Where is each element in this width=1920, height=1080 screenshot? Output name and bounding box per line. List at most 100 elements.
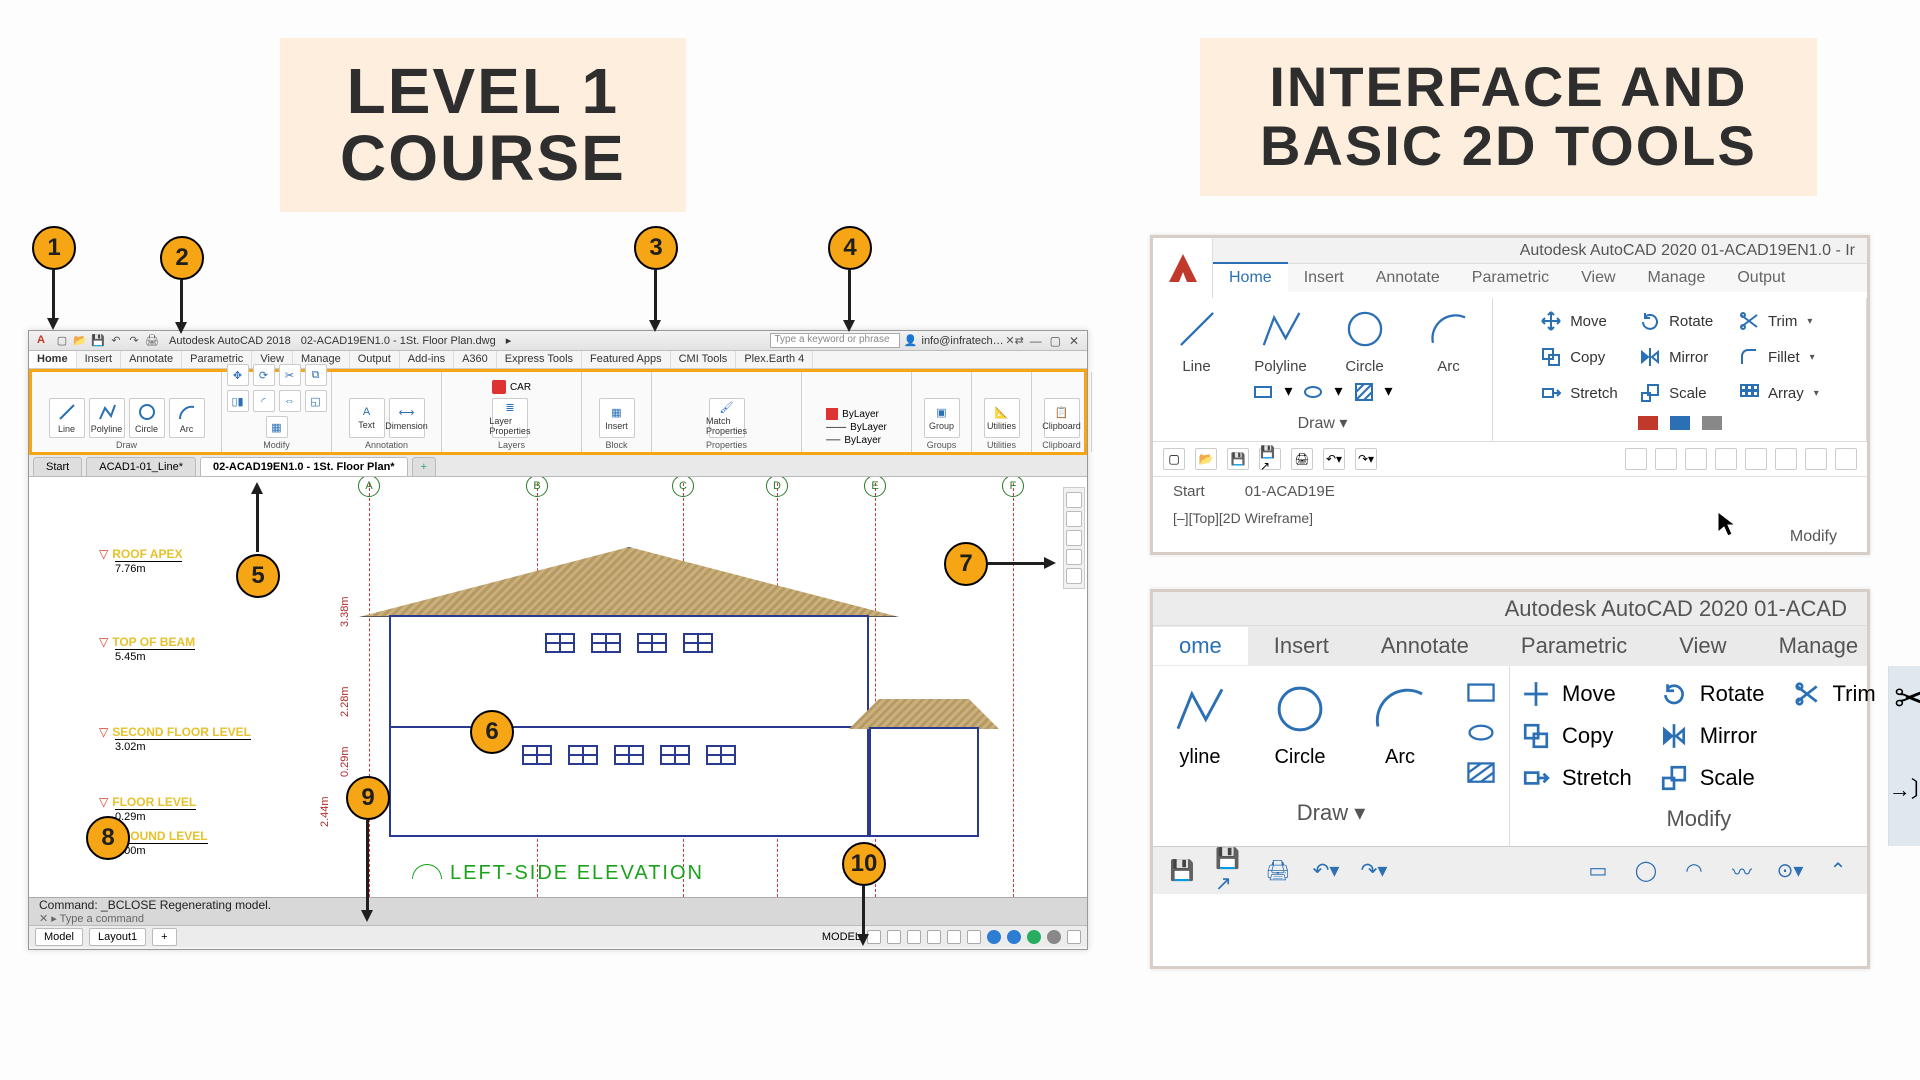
hatch-icon-2[interactable] [1465, 760, 1497, 786]
c2-stretch[interactable]: Stretch [1522, 764, 1632, 792]
c1-trim[interactable]: Trim▾ [1738, 306, 1819, 336]
q-redo[interactable]: ↷▾ [1359, 856, 1389, 886]
new-icon-2[interactable]: ▢ [1163, 448, 1185, 470]
status-icon-3[interactable] [1027, 930, 1041, 944]
undo-icon[interactable]: ↶ [109, 334, 123, 348]
polar-icon[interactable] [907, 930, 921, 944]
c1-array[interactable]: Array▾ [1738, 378, 1819, 408]
q-print[interactable]: 🖨 [1263, 856, 1293, 886]
c1-tab-view[interactable]: View [1565, 264, 1631, 292]
tab-home[interactable]: Home [29, 351, 77, 368]
color-blue-icon[interactable] [1670, 416, 1690, 430]
q-save[interactable]: 💾 [1167, 856, 1197, 886]
mod-ico-5[interactable] [1745, 448, 1767, 470]
tab-a360[interactable]: A360 [454, 351, 497, 368]
nav-home-icon[interactable] [1066, 492, 1082, 508]
q-saveas[interactable]: 💾↗ [1215, 856, 1245, 886]
layout-add[interactable]: + [152, 928, 176, 946]
c1-arc[interactable]: Arc [1420, 306, 1478, 375]
c1-draw-label[interactable]: Draw ▾ [1298, 413, 1348, 433]
ellipse-icon-2[interactable] [1465, 720, 1497, 746]
mod-ico-7[interactable] [1805, 448, 1827, 470]
c2-tab-manage[interactable]: Manage [1753, 627, 1885, 665]
command-line[interactable]: Command: _BCLOSE Regenerating model. ✕ ▸… [29, 897, 1087, 925]
print-icon[interactable]: 🖨 [145, 334, 159, 348]
c2-polyline[interactable]: yline [1165, 680, 1235, 786]
clipboard-tool[interactable]: 📋Clipboard [1044, 398, 1080, 438]
signin-label[interactable]: info@infratech… [922, 335, 1004, 347]
drawing-canvas[interactable]: A B C D E F ▽ROOF APEX7.76m ▽TOP OF BEAM… [29, 477, 1087, 897]
tab-annotate[interactable]: Annotate [121, 351, 182, 368]
undo-icon-2[interactable]: ↶▾ [1323, 448, 1345, 470]
app-icon[interactable]: A [37, 334, 51, 348]
redo-icon-2[interactable]: ↷▾ [1355, 448, 1377, 470]
nav-zoom-icon[interactable] [1066, 568, 1082, 584]
c1-tab-parametric[interactable]: Parametric [1456, 264, 1565, 292]
q-ex3[interactable]: ◠ [1679, 856, 1709, 886]
rect-icon-2[interactable] [1465, 680, 1497, 706]
layout-model[interactable]: Model [35, 928, 83, 946]
mod-ico-1[interactable] [1625, 448, 1647, 470]
tab-start[interactable]: Start [33, 457, 82, 476]
mod-ico-2[interactable] [1655, 448, 1677, 470]
c1-polyline[interactable]: Polyline [1252, 306, 1310, 375]
color-grey-icon[interactable] [1702, 416, 1722, 430]
hatch-icon[interactable] [1353, 381, 1375, 403]
c1-line[interactable]: Line [1168, 306, 1226, 375]
utilities-tool[interactable]: 📐Utilities [984, 398, 1020, 438]
c2-rotate[interactable]: Rotate [1660, 680, 1765, 708]
print-icon-2[interactable]: 🖨 [1291, 448, 1313, 470]
tab-featured[interactable]: Featured Apps [582, 351, 671, 368]
osnap-icon[interactable] [927, 930, 941, 944]
lwt-icon[interactable] [967, 930, 981, 944]
tab-cmi[interactable]: CMI Tools [671, 351, 737, 368]
c2-tab-insert[interactable]: Insert [1248, 627, 1355, 665]
mod-ico-8[interactable] [1835, 448, 1857, 470]
arc-tool[interactable]: Arc [169, 398, 205, 438]
status-icon-4[interactable] [1047, 930, 1061, 944]
scissors-icon[interactable]: ✂ [1894, 676, 1920, 722]
q-ex2[interactable]: ◯ [1631, 856, 1661, 886]
mirror-tool[interactable]: ▯▮ [227, 390, 249, 412]
array-tool[interactable]: ▦ [266, 416, 288, 438]
circle-tool[interactable]: Circle [129, 398, 165, 438]
fillet-tool[interactable]: ◜ [253, 390, 275, 412]
status-icon-1[interactable] [987, 930, 1001, 944]
rect-icon[interactable] [1252, 381, 1274, 403]
c1-fillet[interactable]: Fillet▾ [1738, 342, 1819, 372]
view-navbar[interactable] [1063, 487, 1085, 589]
tab-output[interactable]: Output [350, 351, 400, 368]
c1-tab-manage[interactable]: Manage [1632, 264, 1722, 292]
app-menu-button[interactable] [1153, 238, 1213, 298]
trim-flyout[interactable]: ✂ →〕 [1889, 666, 1920, 846]
q-ex5[interactable]: ⊙▾ [1775, 856, 1805, 886]
c2-tab-parametric[interactable]: Parametric [1495, 627, 1653, 665]
redo-icon[interactable]: ↷ [127, 334, 141, 348]
q-ex4[interactable]: 〰 [1727, 856, 1757, 886]
c2-scale[interactable]: Scale [1660, 764, 1765, 792]
ellipse-icon[interactable] [1302, 381, 1324, 403]
c1-modify-label[interactable]: Modify [1790, 528, 1837, 546]
open-icon[interactable]: 📂 [73, 334, 87, 348]
c2-arc[interactable]: Arc [1365, 680, 1435, 786]
tab-addins[interactable]: Add-ins [400, 351, 454, 368]
c2-tab-home[interactable]: ome [1153, 627, 1248, 665]
tab-insert[interactable]: Insert [77, 351, 122, 368]
color-red-icon[interactable] [1638, 416, 1658, 430]
c1-tab-annotate[interactable]: Annotate [1360, 264, 1456, 292]
signin-icon[interactable]: 👤 [904, 334, 918, 348]
layer-color-swatch[interactable] [492, 380, 506, 394]
c1-move[interactable]: Move [1540, 306, 1621, 336]
status-model-label[interactable]: MODEL [822, 931, 861, 943]
open-icon-2[interactable]: 📂 [1195, 448, 1217, 470]
q-ex6[interactable]: ⌃ [1823, 856, 1853, 886]
status-icon-2[interactable] [1007, 930, 1021, 944]
layer-properties[interactable]: ≣Layer Properties [492, 398, 528, 438]
q-ex1[interactable]: ▭ [1583, 856, 1613, 886]
c1-circle[interactable]: Circle [1336, 306, 1394, 375]
text-tool[interactable]: AText [349, 398, 385, 438]
c1-tab-insert[interactable]: Insert [1288, 264, 1360, 292]
q-undo[interactable]: ↶▾ [1311, 856, 1341, 886]
c2-circle[interactable]: Circle [1265, 680, 1335, 786]
c1-scale[interactable]: Scale [1639, 378, 1720, 408]
